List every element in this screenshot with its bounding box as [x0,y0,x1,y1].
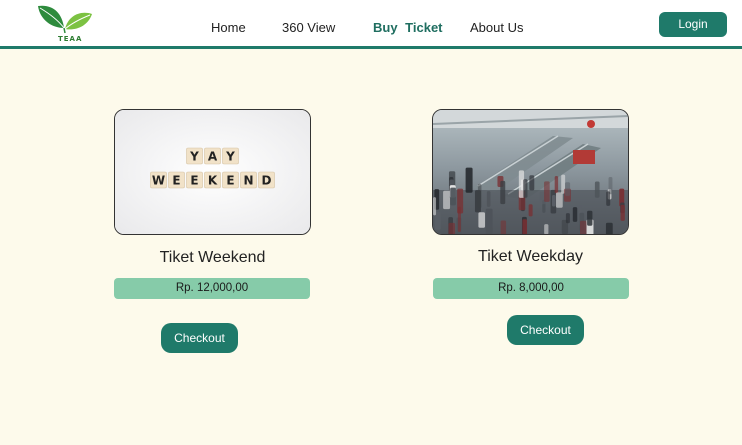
nav-about-us[interactable]: About Us [470,20,523,35]
scrabble-tile: E [168,171,185,189]
svg-text:N: N [243,174,253,188]
svg-text:D: D [262,174,272,188]
svg-text:E: E [172,174,180,188]
header-divider [0,46,742,49]
scrabble-tile: Y [186,147,203,165]
svg-text:K: K [208,174,218,188]
weekend-ticket-image: YAY WEEKEND [114,109,311,235]
logo-text: TEAA [58,35,83,43]
scrabble-tile: E [222,171,239,189]
weekend-ticket-title: Tiket Weekend [159,249,266,266]
scrabble-tile: N [240,171,257,189]
svg-text:E: E [190,174,198,188]
weekday-checkout-button[interactable]: Checkout [507,315,584,345]
scrabble-tile: D [258,171,275,189]
svg-text:E: E [226,174,234,188]
login-button[interactable]: Login [659,12,727,37]
scrabble-tile: K [204,171,221,189]
weekday-ticket-image [432,109,629,235]
svg-text:Y: Y [225,150,235,164]
nav-360-view[interactable]: 360 View [282,20,335,35]
weekend-checkout-button[interactable]: Checkout [161,323,238,353]
top-navbar: TEAA Home 360 View Buy Ticket About Us L… [0,0,742,46]
scrabble-tile: A [204,147,221,165]
nav-home[interactable]: Home [211,20,246,35]
page: TEAA Home 360 View Buy Ticket About Us L… [0,0,742,445]
weekend-ticket-price: Rp. 12,000,00 [114,278,310,299]
scrabble-tile: E [186,171,203,189]
crowded-station-image [433,110,628,234]
weekday-ticket-price: Rp. 8,000,00 [433,278,629,299]
scrabble-tile: Y [222,147,239,165]
weekday-ticket-title: Tiket Weekday [478,248,583,265]
scrabble-tiles-image: YAY WEEKEND [115,110,310,234]
scrabble-tile: W [150,171,167,189]
svg-text:W: W [152,174,165,188]
svg-text:Y: Y [189,150,199,164]
nav-buy-ticket[interactable]: Buy Ticket [373,20,443,35]
svg-text:A: A [208,150,218,164]
